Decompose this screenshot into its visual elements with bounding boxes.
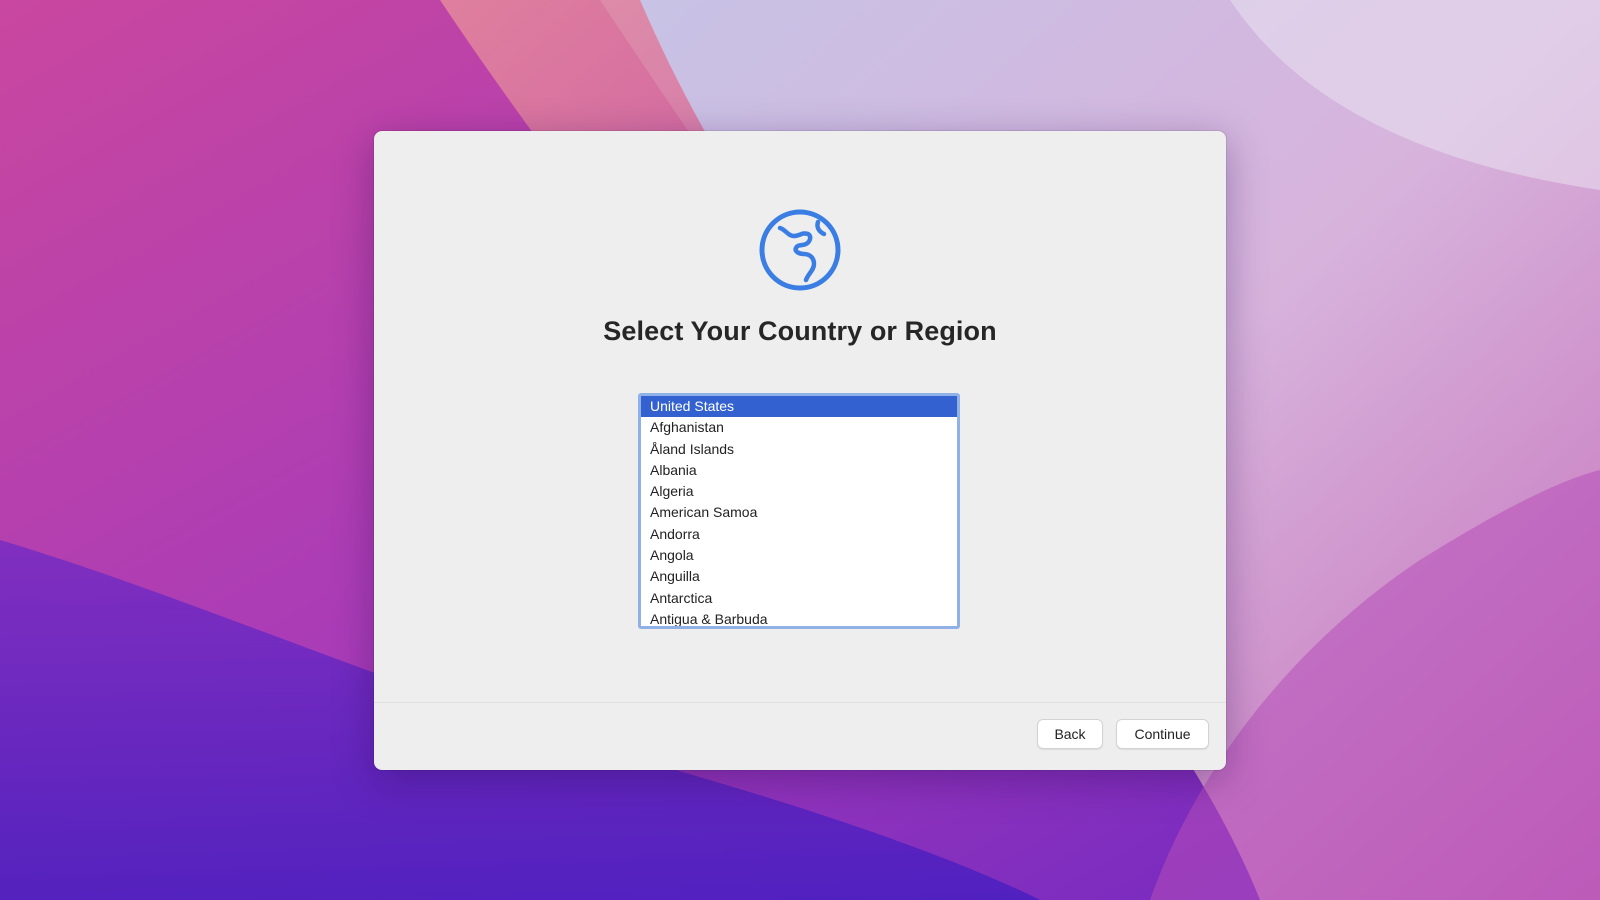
- back-button[interactable]: Back: [1037, 719, 1103, 749]
- list-item[interactable]: Anguilla: [641, 566, 957, 587]
- list-item[interactable]: Afghanistan: [641, 417, 957, 438]
- country-list[interactable]: United States Afghanistan Åland Islands …: [638, 393, 960, 629]
- list-item[interactable]: Angola: [641, 545, 957, 566]
- list-item[interactable]: Antarctica: [641, 588, 957, 609]
- list-item[interactable]: Algeria: [641, 481, 957, 502]
- list-item[interactable]: Albania: [641, 460, 957, 481]
- list-item[interactable]: American Samoa: [641, 502, 957, 523]
- list-item[interactable]: Åland Islands: [641, 439, 957, 460]
- dialog-footer: Back Continue: [374, 702, 1226, 770]
- setup-dialog: Select Your Country or Region United Sta…: [374, 131, 1226, 770]
- list-item[interactable]: Andorra: [641, 524, 957, 545]
- continue-button[interactable]: Continue: [1116, 719, 1209, 749]
- globe-icon: [759, 209, 841, 291]
- desktop: Select Your Country or Region United Sta…: [0, 0, 1600, 900]
- list-item[interactable]: Antigua & Barbuda: [641, 609, 957, 626]
- list-item-selected[interactable]: United States: [641, 396, 957, 418]
- page-title: Select Your Country or Region: [603, 316, 997, 346]
